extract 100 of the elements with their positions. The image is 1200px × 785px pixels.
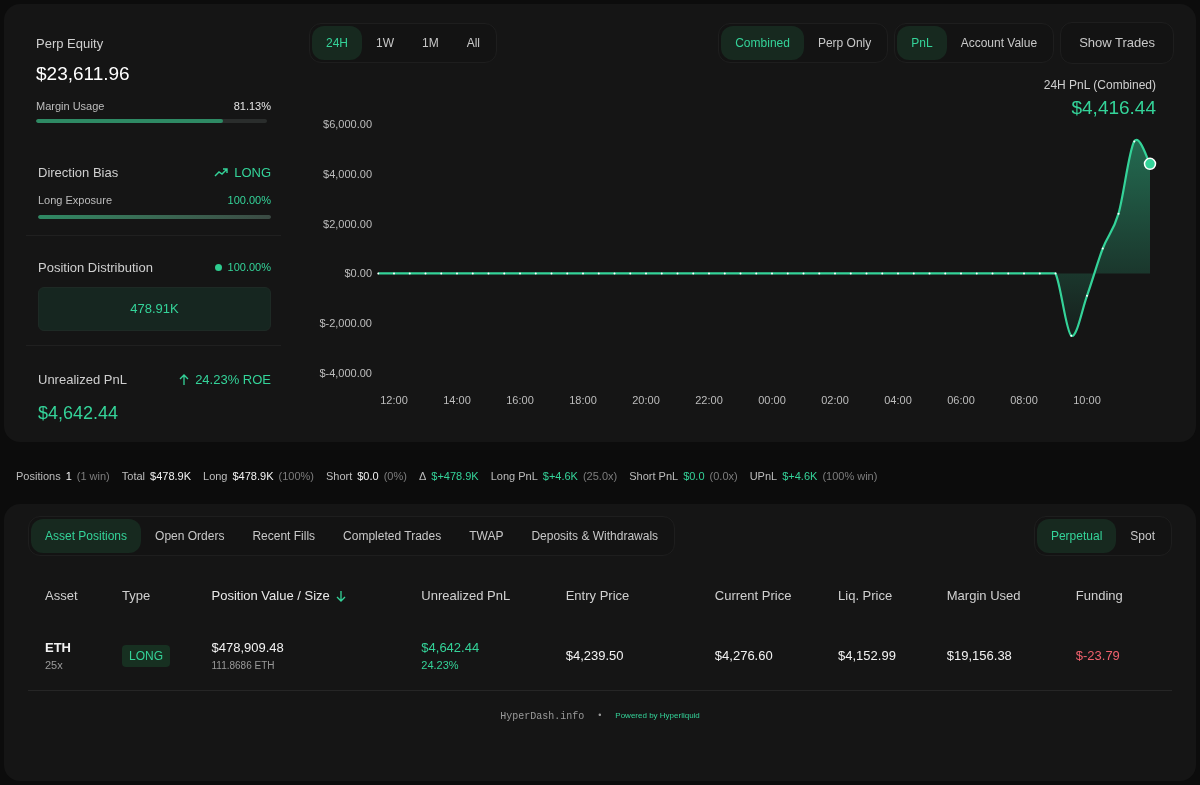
data-point [912, 272, 915, 275]
stat-label: UPnL [749, 468, 778, 484]
x-axis-label: 18:00 [569, 394, 597, 406]
stat-label: Long Exposure [38, 193, 112, 208]
data-point [1038, 272, 1041, 275]
data-point [629, 272, 632, 275]
column-header[interactable]: Current Price [714, 586, 792, 606]
tab[interactable]: Perpetual [1036, 519, 1117, 553]
pnl-caption: 24H PnL (Combined) [1043, 76, 1156, 94]
tab[interactable]: Open Orders [141, 519, 239, 553]
x-axis-label: 02:00 [821, 394, 849, 406]
arrow-up-icon [179, 373, 190, 386]
current-point[interactable] [1143, 157, 1157, 171]
data-point [550, 272, 553, 275]
pnl-total: $4,416.44 [1071, 95, 1156, 120]
column-header[interactable]: Unrealized PnL [421, 586, 511, 606]
x-axis-label: 06:00 [947, 394, 975, 406]
x-axis-label: 04:00 [884, 394, 912, 406]
stat-value: $478.9K [150, 468, 191, 484]
data-point [534, 272, 537, 275]
data-point [1007, 272, 1010, 275]
table-cell-text: $19,156.38 [946, 646, 1013, 665]
pnl-percent: 24.23% [421, 658, 460, 673]
y-axis-label: $6,000.00 [323, 118, 372, 130]
tab[interactable]: All [452, 25, 495, 60]
distribution-segment: 478.91K [38, 287, 271, 331]
stat-label: Position Distribution [38, 258, 153, 277]
stat-label: Short [325, 468, 353, 484]
stat-label: Short PnL [629, 468, 679, 484]
stat-label: Long PnL [490, 468, 538, 484]
stat-note: (100%) [278, 468, 314, 484]
tab[interactable]: 1W [362, 25, 408, 60]
column-header[interactable]: Liq. Price [838, 586, 893, 606]
tab[interactable]: Account Value [946, 25, 1052, 60]
data-point [975, 272, 978, 275]
x-axis-label: 22:00 [695, 394, 723, 406]
x-axis-label: 20:00 [632, 394, 660, 406]
tab[interactable]: Perp Only [803, 25, 886, 60]
tab[interactable]: PnL [897, 25, 947, 60]
data-point [865, 272, 868, 275]
data-point [597, 272, 600, 275]
stat-label: Long [203, 468, 228, 484]
column-header[interactable]: Margin Used [946, 586, 1021, 606]
tab[interactable]: 1M [408, 25, 453, 60]
data-point [487, 272, 490, 275]
data-point [1117, 212, 1120, 215]
data-point [1070, 334, 1073, 337]
table-cell-text: $4,642.44 [421, 638, 481, 657]
data-point [1133, 140, 1136, 143]
data-point [613, 272, 616, 275]
column-header[interactable]: Asset [45, 586, 78, 606]
powered-by-link[interactable]: Powered by Hyperliquid [615, 710, 700, 722]
stat-value: $0.0 [683, 468, 705, 484]
x-axis-label: 12:00 [380, 394, 408, 406]
x-axis-label: 08:00 [1010, 394, 1038, 406]
stat-reading: 81.13% [233, 99, 271, 114]
stat-label: Direction Bias [38, 163, 119, 182]
table-cell-text: $478,909.48 [211, 639, 285, 658]
y-axis-label: $4,000.00 [323, 167, 372, 180]
data-point [424, 272, 427, 275]
bias-value: LONG [234, 163, 271, 182]
stat-value: 1 [65, 468, 72, 484]
data-point [928, 272, 931, 275]
column-header[interactable]: Entry Price [565, 586, 630, 606]
unrealized-pnl-value: $4,642.44 [37, 401, 120, 425]
tab[interactable]: Asset Positions [31, 519, 142, 553]
tab[interactable]: Recent Fills [238, 519, 330, 553]
tab[interactable]: Spot [1116, 519, 1169, 553]
footer-site: HyperDash.info [500, 709, 585, 724]
tab[interactable]: Completed Trades [329, 519, 456, 553]
stat-value: $478.9K [232, 468, 274, 484]
tab[interactable]: Deposits & Withdrawals [517, 519, 673, 553]
sort-arrow-icon[interactable] [335, 589, 346, 602]
data-point [1054, 272, 1057, 275]
x-axis-label: 10:00 [1073, 394, 1101, 406]
position-size: 111.8686 ETH [211, 658, 276, 673]
data-point [849, 272, 852, 275]
roe-value: 24.23% ROE [195, 371, 271, 389]
data-point [818, 272, 821, 275]
y-axis-label: $2,000.00 [323, 217, 372, 230]
data-point [786, 272, 789, 275]
tab[interactable]: 24H [312, 25, 362, 60]
stat-label: Δ [418, 468, 427, 484]
data-point [440, 272, 443, 275]
show-trades-button[interactable]: Show Trades [1060, 22, 1174, 64]
trending-up-icon [214, 167, 229, 178]
data-point [991, 272, 994, 275]
data-point [881, 272, 884, 275]
column-header[interactable]: Funding [1075, 586, 1123, 606]
equity-value: $23,611.96 [36, 61, 131, 86]
tab[interactable]: Combined [721, 25, 804, 60]
data-point [1101, 247, 1104, 250]
column-header[interactable]: Position Value / Size [211, 586, 330, 606]
stat-reading: 100.00% [227, 193, 271, 208]
column-header[interactable]: Type [122, 586, 151, 606]
data-point [377, 272, 380, 275]
tab[interactable]: TWAP [455, 519, 518, 553]
leverage-text: 25x [45, 658, 64, 673]
data-point [739, 272, 742, 275]
x-axis-label: 00:00 [758, 394, 786, 406]
